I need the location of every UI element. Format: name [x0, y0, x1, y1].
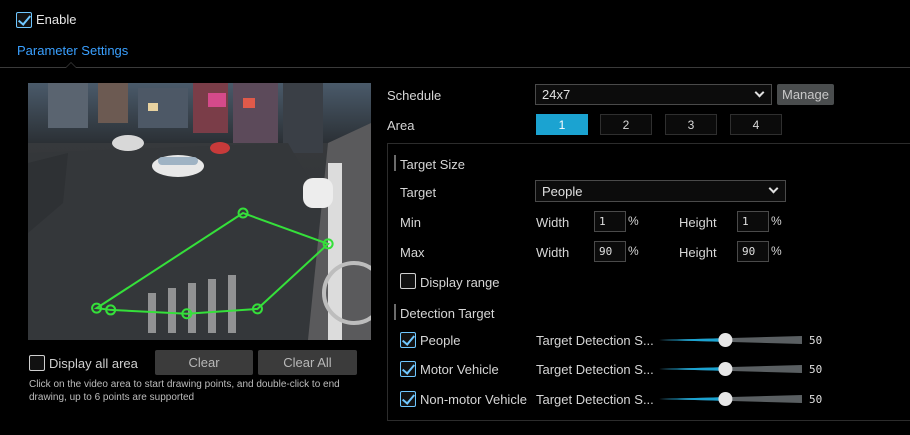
video-preview[interactable]: [28, 83, 371, 340]
target-value: People: [542, 184, 583, 199]
motor-vehicle-sensitivity-label: Target Detection S...: [536, 362, 654, 377]
max-width-label: Width: [536, 245, 570, 260]
video-scene: [28, 83, 371, 340]
slider-fill: [659, 397, 726, 401]
min-label: Min: [400, 215, 421, 230]
non-motor-vehicle-sensitivity-slider[interactable]: [659, 392, 802, 406]
slider-knob[interactable]: [718, 333, 733, 347]
non-motor-vehicle-sensitivity-label: Target Detection S...: [536, 392, 654, 407]
chevron-down-icon: [768, 183, 779, 194]
non-motor-vehicle-label: Non-motor Vehicle: [420, 392, 527, 407]
clear-all-button[interactable]: Clear All: [258, 350, 357, 375]
chevron-down-icon: [754, 87, 765, 98]
display-all-area-label: Display all area: [49, 356, 138, 371]
max-height-unit: %: [771, 244, 782, 258]
area-label: Area: [387, 118, 415, 133]
motor-vehicle-sensitivity-slider[interactable]: [659, 362, 802, 376]
detection-target-title: Detection Target: [400, 306, 495, 321]
min-width-unit: %: [628, 214, 639, 228]
min-height-input[interactable]: 1: [737, 211, 769, 232]
enable-label: Enable: [36, 12, 77, 27]
area-button-3[interactable]: 3: [665, 114, 717, 135]
people-checkbox[interactable]: [400, 332, 416, 348]
non-motor-vehicle-sensitivity-value: 50: [809, 393, 823, 406]
slider-knob[interactable]: [718, 362, 733, 376]
display-all-area-checkbox[interactable]: [29, 355, 45, 371]
non-motor-vehicle-checkbox[interactable]: [400, 391, 416, 407]
people-sensitivity-value: 50: [809, 334, 823, 347]
manage-button[interactable]: Manage: [777, 84, 834, 105]
schedule-label: Schedule: [387, 88, 442, 103]
max-label: Max: [400, 245, 425, 260]
motor-vehicle-sensitivity-value: 50: [809, 363, 823, 376]
target-size-title: Target Size: [400, 157, 466, 172]
target-label: Target: [400, 185, 437, 200]
slider-fill: [659, 338, 726, 342]
section-marker: [394, 155, 396, 171]
slider-knob[interactable]: [718, 392, 733, 406]
section-marker: [394, 304, 396, 320]
min-height-unit: %: [771, 214, 782, 228]
enable-checkbox[interactable]: [16, 12, 32, 28]
motor-vehicle-label: Motor Vehicle: [420, 362, 499, 377]
target-select[interactable]: People: [535, 180, 786, 202]
min-width-label: Width: [536, 215, 570, 230]
max-width-input[interactable]: 90: [594, 241, 626, 262]
max-width-unit: %: [628, 244, 639, 258]
area-button-2[interactable]: 2: [600, 114, 652, 135]
max-height-input[interactable]: 90: [737, 241, 769, 262]
slider-fill: [659, 367, 726, 371]
people-label: People: [420, 333, 461, 348]
drawing-hint: Click on the video area to start drawing…: [29, 379, 340, 403]
motor-vehicle-checkbox[interactable]: [400, 361, 416, 377]
schedule-value: 24x7: [542, 87, 571, 102]
people-sensitivity-label: Target Detection S...: [536, 333, 654, 348]
schedule-select[interactable]: 24x7: [535, 84, 772, 105]
min-height-label: Height: [679, 215, 717, 230]
clear-button[interactable]: Clear: [155, 350, 253, 375]
tab-divider: [0, 67, 910, 68]
tab-parameter-settings[interactable]: Parameter Settings: [17, 43, 128, 58]
area-button-4[interactable]: 4: [730, 114, 782, 135]
people-sensitivity-slider[interactable]: [659, 333, 802, 347]
display-range-checkbox[interactable]: [400, 273, 416, 289]
area-button-1[interactable]: 1: [536, 114, 588, 135]
display-range-label: Display range: [420, 275, 500, 290]
max-height-label: Height: [679, 245, 717, 260]
min-width-input[interactable]: 1: [594, 211, 626, 232]
